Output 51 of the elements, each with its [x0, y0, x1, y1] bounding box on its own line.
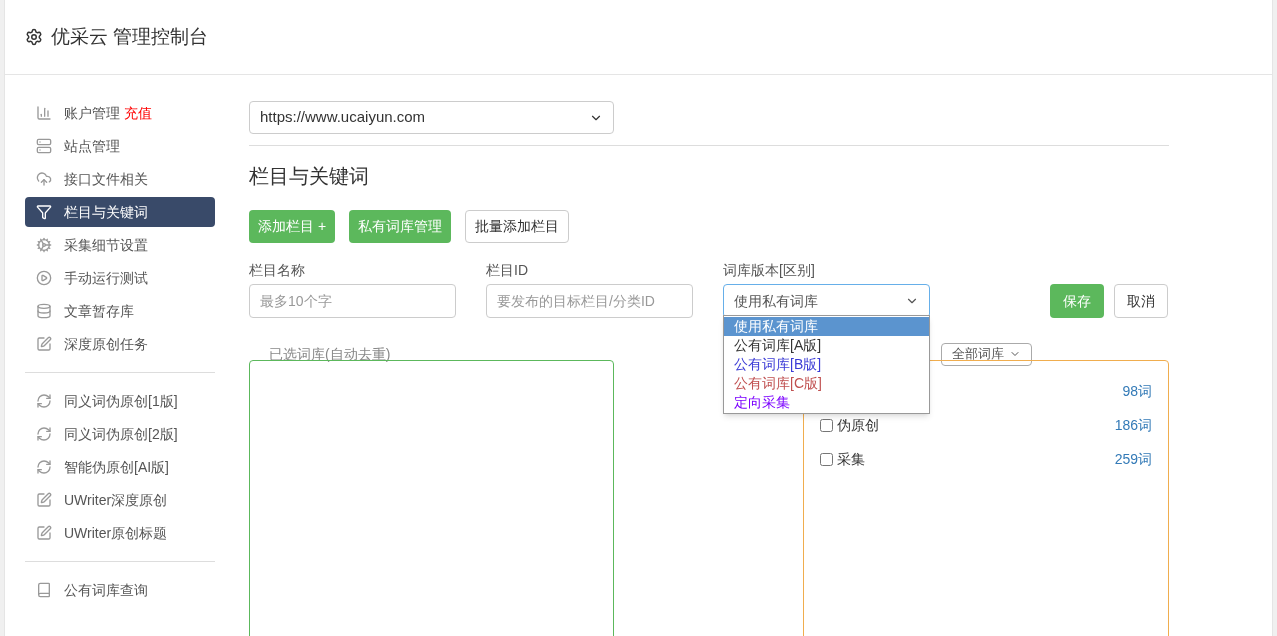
settings-icon	[25, 28, 43, 46]
sidebar-item[interactable]: 站点管理	[25, 131, 215, 161]
word-count: 186词	[1114, 415, 1152, 435]
sidebar-item[interactable]: UWriter深度原创	[25, 485, 215, 515]
bar-chart-icon	[36, 105, 52, 121]
edit-icon	[36, 525, 52, 541]
edit-icon	[36, 492, 52, 508]
edit-icon	[36, 336, 52, 352]
filter-icon	[36, 204, 52, 220]
site-select[interactable]: https://www.ucaiyun.com	[249, 101, 614, 134]
cloud-upload-icon	[36, 171, 52, 187]
sidebar-item[interactable]: 智能伪原创[AI版]	[25, 452, 215, 482]
dropdown-option[interactable]: 公有词库[C版]	[724, 374, 929, 393]
refresh-icon	[36, 393, 52, 409]
sidebar-item[interactable]: 手动运行测试	[25, 263, 215, 293]
refresh-icon	[36, 459, 52, 475]
sidebar-item[interactable]: 同义词伪原创[1版]	[25, 386, 215, 416]
dropdown-option[interactable]: 定向采集	[724, 393, 929, 412]
dropdown-option[interactable]: 公有词库[B版]	[724, 355, 929, 374]
database-icon	[36, 303, 52, 319]
action-button[interactable]: 批量添加栏目	[465, 210, 570, 243]
field-label: 词库版本[区别]	[723, 261, 816, 280]
field-label: 栏目名称	[249, 261, 306, 280]
sidebar-item[interactable]: 同义词伪原创[2版]	[25, 419, 215, 449]
library-name: 采集	[837, 449, 865, 469]
field-label: 栏目ID	[486, 261, 529, 280]
library-checkbox[interactable]	[820, 452, 833, 466]
gears-icon	[36, 237, 52, 253]
library-name: 伪原创	[837, 415, 879, 435]
play-icon	[36, 270, 52, 286]
word-count: 98词	[1122, 381, 1152, 401]
sidebar-item[interactable]: 公有词库查询	[25, 575, 215, 605]
text-field[interactable]: 要发布的目标栏目/分类ID	[486, 284, 693, 318]
word-count: 259词	[1114, 449, 1152, 469]
filter-select[interactable]: 全部词库	[941, 342, 1032, 366]
sidebar-item[interactable]: 栏目与关键词	[25, 197, 215, 227]
book-icon	[36, 582, 52, 598]
sidebar-item[interactable]: 深度原创任务	[25, 329, 215, 359]
cancel-button[interactable]: 取消	[1114, 284, 1168, 318]
sidebar-item[interactable]: 账户管理 充值	[25, 98, 215, 128]
sidebar-item[interactable]: UWriter原创标题	[25, 518, 215, 548]
server-icon	[36, 138, 52, 154]
sidebar-item[interactable]: 接口文件相关	[25, 164, 215, 194]
sidebar-item[interactable]: 采集细节设置	[25, 230, 215, 260]
text-field[interactable]: 最多10个字	[249, 284, 456, 318]
console-title: 优采云 管理控制台	[51, 24, 209, 49]
sidebar-item[interactable]: 文章暂存库	[25, 296, 215, 326]
refresh-icon	[36, 426, 52, 442]
section-title: 栏目与关键词	[249, 164, 370, 189]
library-checkbox[interactable]	[820, 418, 833, 432]
dropdown-option[interactable]: 公有词库[A版]	[724, 336, 929, 355]
